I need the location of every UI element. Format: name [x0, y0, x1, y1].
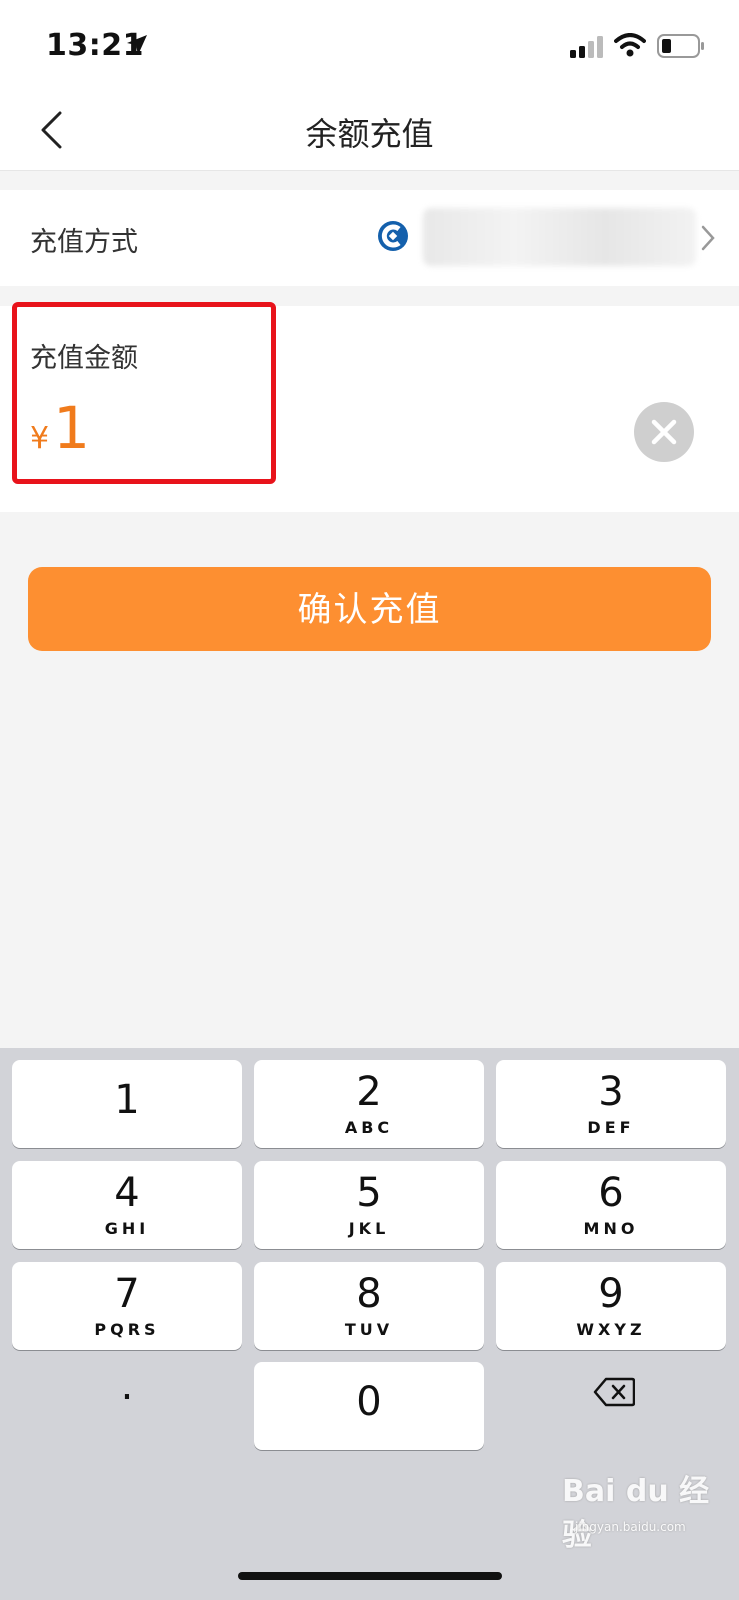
key-letters: TUV [344, 1320, 394, 1339]
key-letters: GHI [104, 1219, 150, 1238]
currency-symbol: ¥ [30, 421, 50, 456]
key-7[interactable]: 7 PQRS [12, 1262, 242, 1350]
location-arrow-icon [127, 35, 147, 55]
key-digit: 4 [114, 1170, 140, 1216]
bank-logo-icon [378, 221, 408, 251]
key-9[interactable]: 9 WXYZ [496, 1262, 726, 1350]
wifi-icon [614, 33, 646, 57]
recharge-amount-label: 充值金额 [30, 343, 138, 374]
page-title: 余额充值 [305, 115, 434, 153]
payment-method-row[interactable]: 充值方式 [0, 190, 739, 286]
key-digit: 7 [114, 1271, 140, 1317]
home-indicator [238, 1572, 502, 1580]
key-digit: 1 [114, 1077, 140, 1123]
confirm-recharge-button[interactable]: 确认充值 [28, 567, 711, 651]
key-1[interactable]: 1 [12, 1060, 242, 1148]
key-digit: 0 [356, 1379, 382, 1425]
key-digit: 2 [356, 1069, 382, 1115]
recharge-amount-row: 充值金额 ¥1 [0, 306, 739, 512]
key-6[interactable]: 6 MNO [496, 1161, 726, 1249]
key-letters: DEF [587, 1118, 635, 1137]
key-2[interactable]: 2 ABC [254, 1060, 484, 1148]
key-4[interactable]: 4 GHI [12, 1161, 242, 1249]
key-digit: 5 [356, 1170, 382, 1216]
key-letters: MNO [583, 1219, 639, 1238]
battery-icon [657, 34, 704, 58]
key-digit: 9 [598, 1271, 624, 1317]
amount-value: 1 [53, 394, 90, 462]
clear-amount-button[interactable] [634, 402, 694, 462]
key-decimal-point[interactable]: . [12, 1351, 242, 1439]
key-letters: JKL [348, 1219, 390, 1238]
close-icon [651, 419, 677, 445]
key-digit: 8 [356, 1271, 382, 1317]
key-8[interactable]: 8 TUV [254, 1262, 484, 1350]
key-0[interactable]: 0 [254, 1362, 484, 1450]
key-digit: 6 [598, 1170, 624, 1216]
chevron-right-icon [701, 225, 715, 251]
cellular-signal-icon [570, 36, 603, 58]
baidu-watermark: Bai du 经验 [562, 1474, 710, 1553]
baidu-watermark-url: jingyan.baidu.com [575, 1520, 686, 1534]
key-digit: 3 [598, 1069, 624, 1115]
key-5[interactable]: 5 JKL [254, 1161, 484, 1249]
status-bar: 13:21 [0, 0, 739, 90]
bank-name-blurred [423, 208, 696, 266]
payment-method-label: 充值方式 [30, 227, 138, 258]
key-letters: WXYZ [576, 1320, 646, 1339]
key-letters: PQRS [94, 1320, 160, 1339]
key-3[interactable]: 3 DEF [496, 1060, 726, 1148]
key-letters: ABC [344, 1118, 394, 1137]
amount-input[interactable]: ¥1 [30, 394, 90, 462]
key-delete[interactable] [496, 1351, 726, 1439]
backspace-icon [593, 1377, 635, 1407]
nav-bar: 余额充值 [0, 90, 739, 171]
